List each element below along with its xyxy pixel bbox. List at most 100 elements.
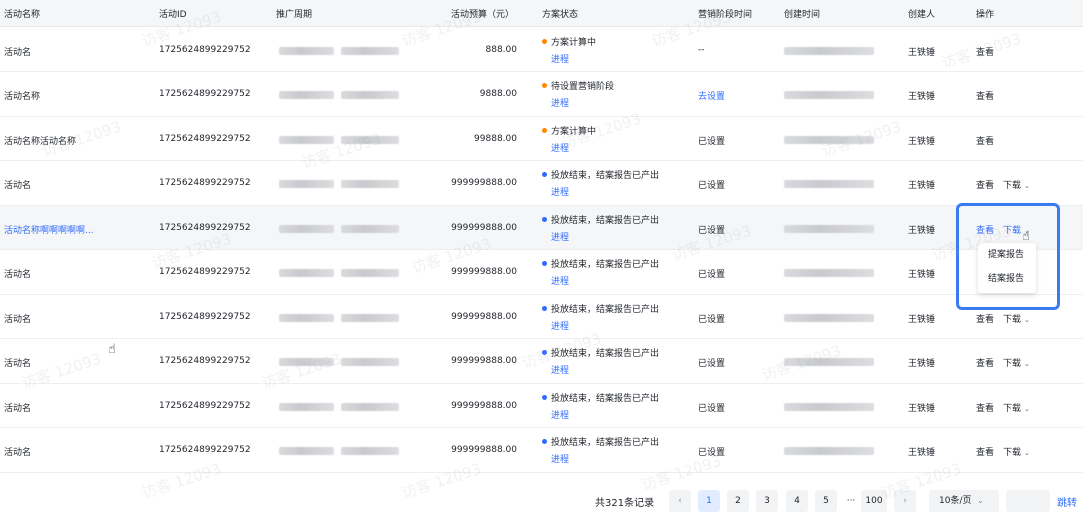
status-text: 投放结束，结案报告已产出 <box>551 349 660 359</box>
promotion-period-blurred <box>279 269 401 277</box>
activity-budget: 999999888.00 <box>451 178 517 188</box>
page-button-5[interactable]: 5 <box>815 490 837 512</box>
view-button[interactable]: 查看 <box>976 359 994 369</box>
stage-time[interactable]: 去设置 <box>698 89 725 102</box>
activity-name: 活动名 <box>4 270 32 280</box>
download-label: 下载 <box>1003 448 1022 458</box>
progress-link[interactable]: 进程 <box>551 230 659 243</box>
download-button[interactable]: 下载 ⌄ <box>1003 404 1030 414</box>
view-button[interactable]: 查看 <box>976 181 994 191</box>
view-button[interactable]: 查看 <box>976 48 994 58</box>
status-dot-icon <box>542 394 547 400</box>
menu-item-proposal-report[interactable]: 提案报告 <box>978 243 1036 267</box>
table-row: 活动名 1725624899229752 999999888.00 投放结束，结案报告… <box>0 250 1083 295</box>
page-button-100[interactable]: 100 <box>861 490 887 512</box>
download-button[interactable]: 下载 ⌄ <box>1003 448 1030 458</box>
plan-status: 投放结束，结案报告已产出 进程 <box>542 435 659 465</box>
chevron-down-icon: ⌄ <box>1024 315 1030 324</box>
table-row: 活动名 1725624899229752 999999888.00 投放结束，结案报告… <box>0 428 1083 473</box>
view-button[interactable]: 查看 <box>976 315 994 325</box>
progress-link[interactable]: 进程 <box>551 274 659 287</box>
progress-link[interactable]: 进程 <box>551 408 659 421</box>
status-dot-icon <box>542 127 547 133</box>
plan-status: 投放结束，结案报告已产出 进程 <box>542 302 659 332</box>
progress-link[interactable]: 进程 <box>551 141 596 154</box>
creator: 王铁锤 <box>908 403 936 414</box>
table-row: 活动名称 1725624899229752 9888.00 待设置营销阶段 进程 去设置 王… <box>0 72 1083 117</box>
col-header-status: 方案状态 <box>542 10 579 20</box>
col-header-period: 推广周期 <box>276 10 313 20</box>
status-text: 投放结束，结案报告已产出 <box>551 304 660 315</box>
col-header-creator: 创建人 <box>908 10 936 20</box>
creator: 王铁锤 <box>908 314 936 325</box>
activity-id: 1725624899229752 <box>159 178 251 188</box>
status-text: 方案计算中 <box>551 37 597 48</box>
progress-link[interactable]: 进程 <box>551 96 614 109</box>
progress-link[interactable]: 进程 <box>551 363 659 376</box>
promotion-period-blurred <box>279 135 401 144</box>
chevron-down-icon: ⌄ <box>1024 404 1030 413</box>
activity-name: 活动名 <box>4 181 32 191</box>
progress-link[interactable]: 进程 <box>551 185 659 198</box>
row-actions: 查看 <box>976 89 1003 102</box>
progress-link[interactable]: 进程 <box>551 319 659 332</box>
view-button[interactable]: 查看 <box>976 404 994 414</box>
table-row: 活动名 1725624899229752 999999888.00 投放结束，结案报告… <box>0 161 1083 206</box>
promotion-period-blurred <box>279 46 401 55</box>
progress-link[interactable]: 进程 <box>551 52 596 65</box>
view-button[interactable]: 查看 <box>976 92 994 102</box>
download-button[interactable]: 下载 ⌄ <box>1003 359 1030 369</box>
created-time-blurred <box>784 91 874 99</box>
activity-id: 1725624899229752 <box>159 89 251 99</box>
activity-budget: 99888.00 <box>474 133 517 144</box>
status-dot-icon <box>542 38 547 44</box>
activity-budget: 999999888.00 <box>451 445 517 455</box>
status-dot-icon <box>542 216 547 222</box>
activity-name[interactable]: 活动名称啊啊啊啊啊... <box>4 223 94 236</box>
page-button-4[interactable]: 4 <box>786 490 808 512</box>
promotion-period-blurred <box>279 358 401 366</box>
view-button[interactable]: 查看 <box>976 137 994 147</box>
status-dot-icon <box>542 172 547 177</box>
activity-name: 活动名 <box>4 359 32 369</box>
page-button-1[interactable]: 1 <box>698 490 720 512</box>
status-text: 投放结束，结案报告已产出 <box>551 215 660 226</box>
status-text: 投放结束，结案报告已产出 <box>551 393 660 404</box>
created-time-blurred <box>784 224 874 233</box>
table-row: 活动名 1725624899229752 999999888.00 投放结束，结案报告… <box>0 339 1083 384</box>
page-ellipsis[interactable]: ··· <box>840 490 862 512</box>
plan-status: 方案计算中 进程 <box>542 35 596 65</box>
progress-link[interactable]: 进程 <box>551 452 659 465</box>
prev-page-button[interactable]: ‹ <box>669 490 691 512</box>
status-dot-icon <box>542 83 547 88</box>
created-time-blurred <box>784 46 874 55</box>
activity-id: 1725624899229752 <box>159 400 251 411</box>
plan-status: 投放结束，结案报告已产出 进程 <box>542 213 659 243</box>
status-text: 投放结束，结案报告已产出 <box>551 171 660 181</box>
jump-page-input[interactable] <box>1006 490 1050 512</box>
download-button[interactable]: 下载 ⌄ <box>1003 315 1030 325</box>
next-page-button[interactable]: › <box>894 490 916 512</box>
activity-name: 活动名 <box>4 403 32 414</box>
download-button[interactable]: 下载 ⌄ <box>1003 181 1030 191</box>
view-button[interactable]: 查看 <box>976 448 994 458</box>
hand-cursor-icon: ☝ <box>1022 229 1030 244</box>
total-records: 共321条记录 <box>595 498 655 509</box>
col-header-name: 活动名称 <box>4 10 41 20</box>
creator: 王铁锤 <box>908 136 936 147</box>
stage-time: 已设置 <box>698 359 726 369</box>
jump-button[interactable]: 跳转 <box>1057 494 1077 509</box>
col-header-budget: 活动预算（元） <box>451 10 515 20</box>
page-button-2[interactable]: 2 <box>727 490 749 512</box>
download-label: 下载 <box>1003 403 1022 414</box>
creator: 王铁锤 <box>908 47 936 58</box>
table-header: 活动名称 活动ID 推广周期 活动预算（元） 方案状态 营销阶段时间 创建时间 … <box>0 0 1083 27</box>
col-header-ops: 操作 <box>976 10 995 20</box>
activity-budget: 999999888.00 <box>451 267 517 277</box>
status-text: 方案计算中 <box>551 126 597 137</box>
page-button-3[interactable]: 3 <box>756 490 778 512</box>
page-size-select[interactable]: 10条/页 ⌄ <box>929 490 999 512</box>
menu-item-final-report[interactable]: 结案报告 <box>978 267 1036 291</box>
activity-id: 1725624899229752 <box>159 311 251 322</box>
created-time-blurred <box>784 180 874 188</box>
